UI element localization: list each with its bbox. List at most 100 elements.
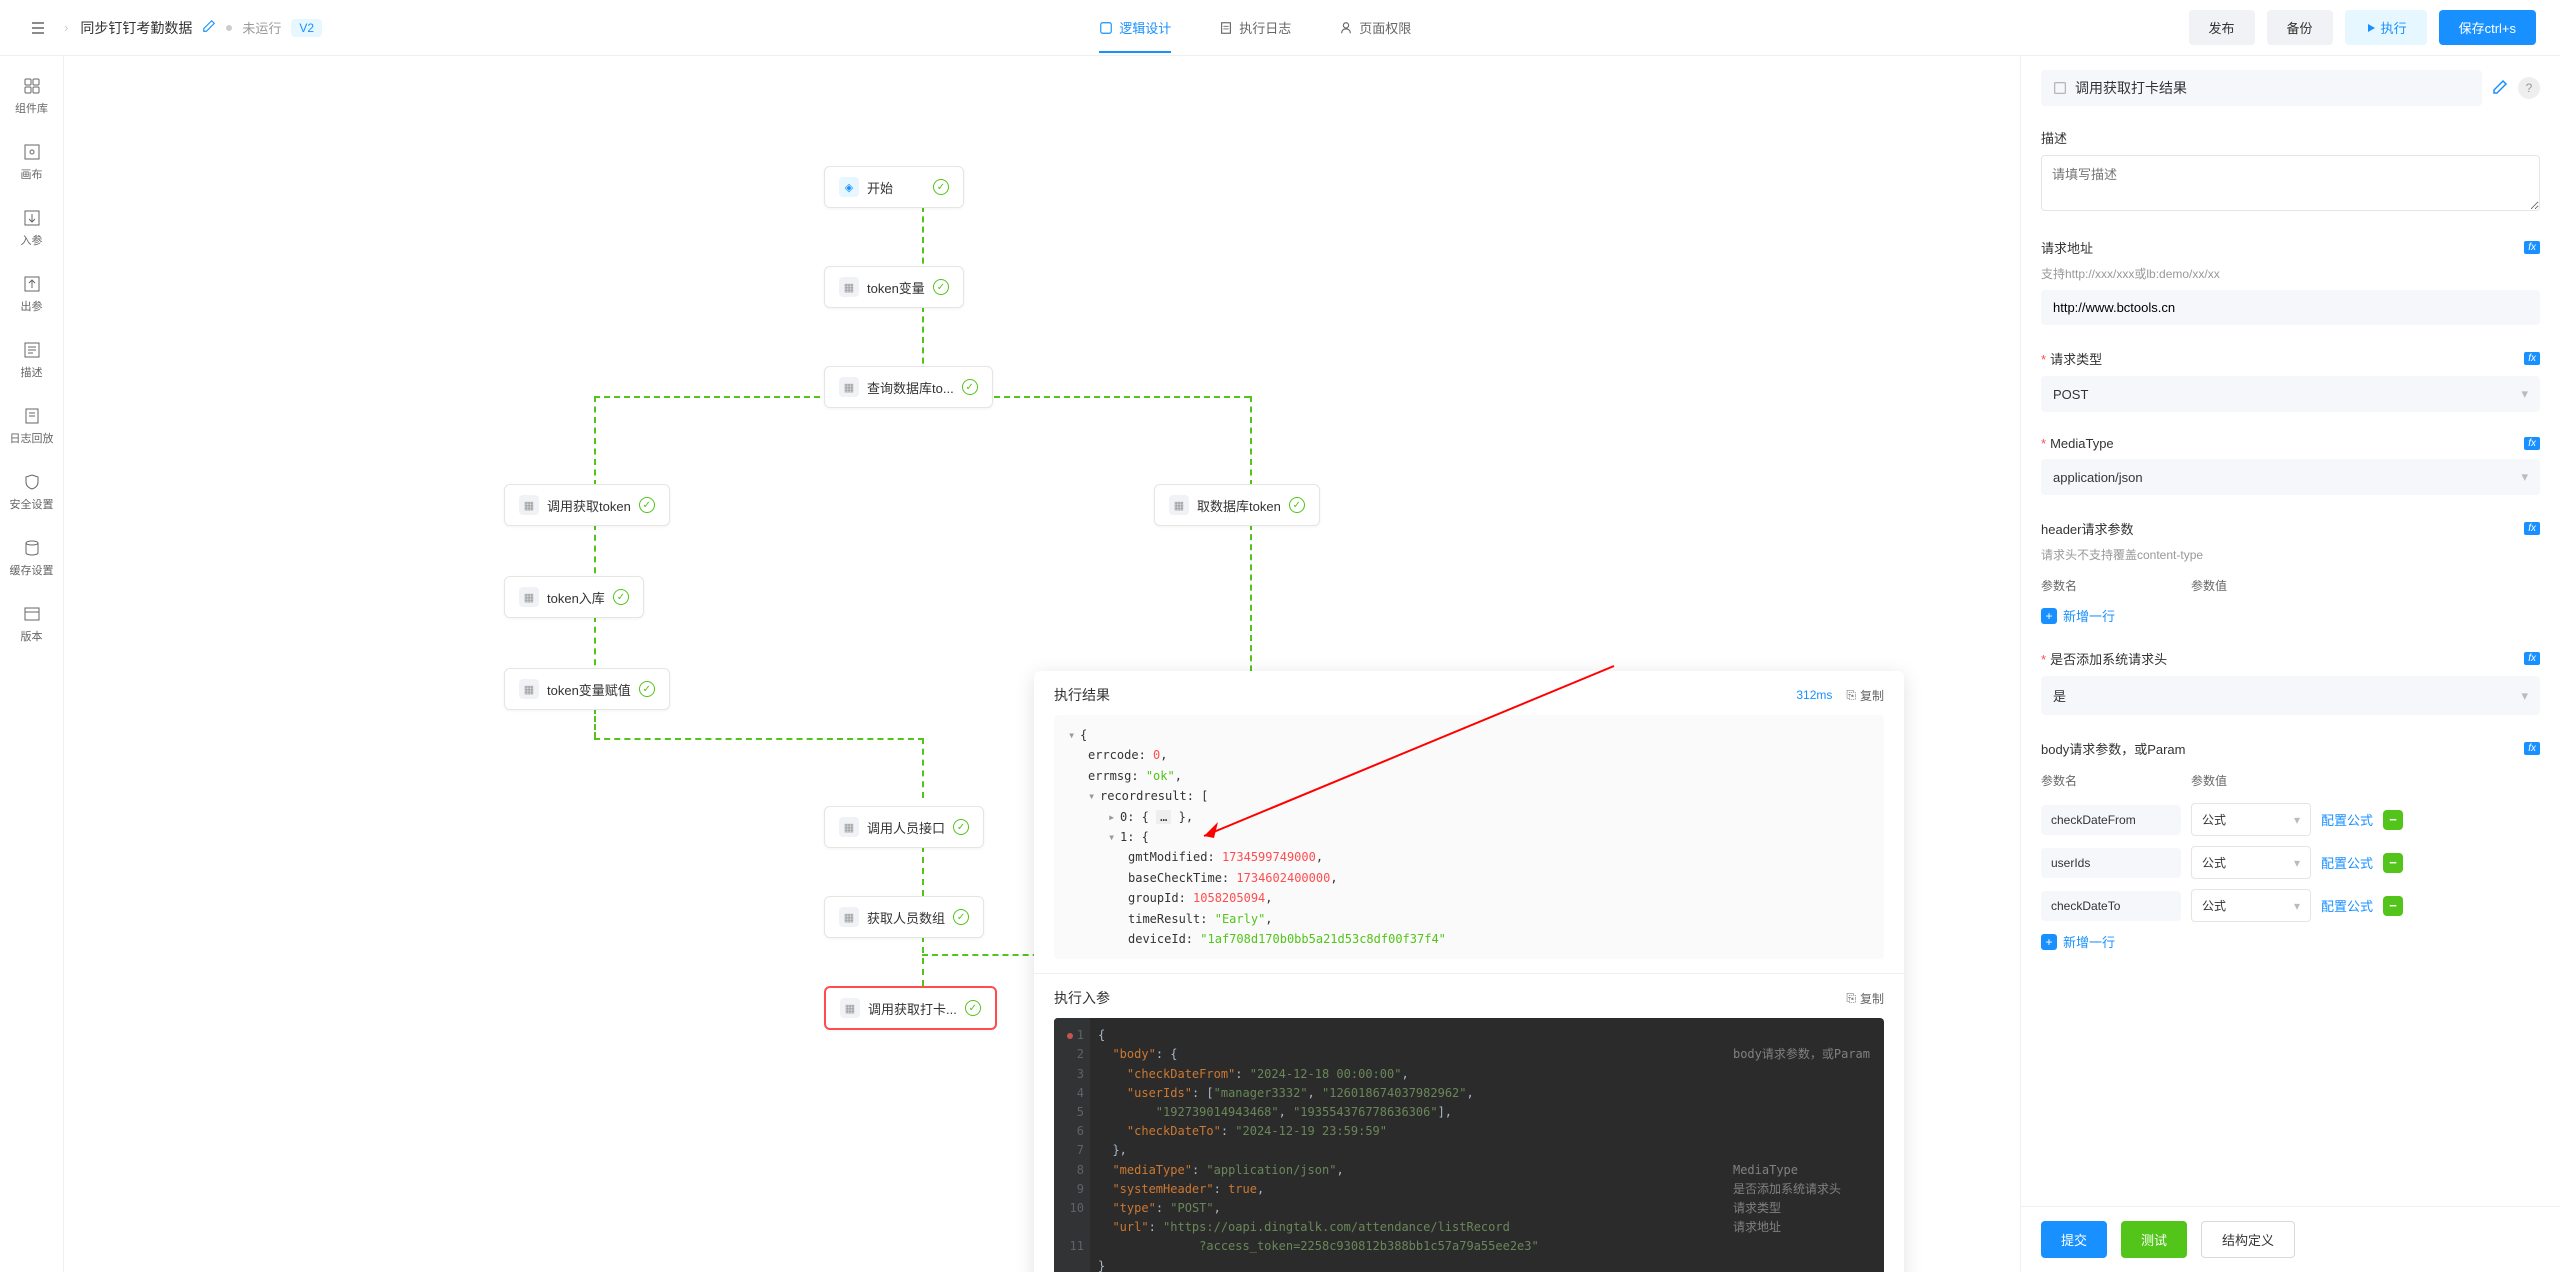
submit-button[interactable]: 提交 bbox=[2041, 1221, 2107, 1258]
node-call-punch[interactable]: ▦调用获取打卡...✓ bbox=[824, 986, 997, 1030]
delete-param-button[interactable]: − bbox=[2383, 853, 2403, 873]
check-icon: ✓ bbox=[639, 681, 655, 697]
left-sidebar: 组件库 画布 入参 出参 描述 日志回放 安全设置 缓存设置 版本 bbox=[0, 56, 64, 1272]
node-icon: ▦ bbox=[519, 679, 539, 699]
param-name[interactable]: userIds bbox=[2041, 848, 2181, 878]
header-left: › 同步钉钉考勤数据 未运行 V2 bbox=[24, 14, 322, 42]
node-db-token[interactable]: ▦取数据库token✓ bbox=[1154, 484, 1320, 526]
mediatype-select[interactable]: application/json▾ bbox=[2041, 459, 2540, 495]
add-body-row[interactable]: +新增一行 bbox=[2041, 932, 2540, 951]
result-panel: 执行结果 312ms ⎘ 复制 ▾{ errcode: 0, errmsg: "… bbox=[1034, 671, 1904, 1272]
edit-title-icon[interactable] bbox=[202, 19, 216, 36]
flow-canvas[interactable]: ◈开始✓ ▦token变量✓ ▦查询数据库to...✓ ▦调用获取token✓ … bbox=[64, 56, 2020, 1272]
fx-badge[interactable]: fx bbox=[2524, 437, 2540, 450]
sidebar-output-params[interactable]: 出参 bbox=[17, 270, 47, 318]
backup-button[interactable]: 备份 bbox=[2267, 10, 2333, 45]
url-input[interactable] bbox=[2041, 290, 2540, 325]
check-icon: ✓ bbox=[1289, 497, 1305, 513]
test-button[interactable]: 测试 bbox=[2121, 1221, 2187, 1258]
delete-param-button[interactable]: − bbox=[2383, 810, 2403, 830]
param-name[interactable]: checkDateTo bbox=[2041, 891, 2181, 921]
sidebar-input-params[interactable]: 入参 bbox=[17, 204, 47, 252]
body-param-row: checkDateFrom 公式▾ 配置公式 − bbox=[2041, 803, 2540, 836]
config-formula-link[interactable]: 配置公式 bbox=[2321, 853, 2373, 872]
help-icon[interactable]: ? bbox=[2518, 77, 2540, 99]
main-content: 组件库 画布 入参 出参 描述 日志回放 安全设置 缓存设置 版本 ◈开始✓ ▦… bbox=[0, 56, 2560, 1272]
exec-time: 312ms bbox=[1796, 688, 1832, 702]
request-type-select[interactable]: POST▾ bbox=[2041, 376, 2540, 412]
save-button[interactable]: 保存ctrl+s bbox=[2439, 10, 2536, 45]
fx-badge[interactable]: fx bbox=[2524, 522, 2540, 535]
menu-icon[interactable] bbox=[24, 14, 52, 42]
edit-node-title-icon[interactable] bbox=[2492, 79, 2508, 98]
sidebar-description[interactable]: 描述 bbox=[17, 336, 47, 384]
sidebar-components[interactable]: 组件库 bbox=[11, 72, 52, 120]
selected-node-title: 调用获取打卡结果 bbox=[2041, 70, 2482, 106]
desc-label: 描述 bbox=[2041, 128, 2067, 147]
struct-def-button[interactable]: 结构定义 bbox=[2201, 1221, 2295, 1258]
delete-param-button[interactable]: − bbox=[2383, 896, 2403, 916]
result-title: 执行结果 bbox=[1054, 685, 1110, 705]
input-code[interactable]: 1234567891011 body请求参数，或ParamMediaType是否… bbox=[1054, 1018, 1884, 1272]
node-token-store[interactable]: ▦token入库✓ bbox=[504, 576, 644, 618]
check-icon: ✓ bbox=[965, 1000, 981, 1016]
check-icon: ✓ bbox=[953, 819, 969, 835]
node-icon: ▦ bbox=[519, 587, 539, 607]
check-icon: ✓ bbox=[933, 279, 949, 295]
description-textarea[interactable] bbox=[2041, 155, 2540, 211]
node-query-db[interactable]: ▦查询数据库to...✓ bbox=[824, 366, 993, 408]
fx-badge[interactable]: fx bbox=[2524, 352, 2540, 365]
result-json-tree[interactable]: ▾{ errcode: 0, errmsg: "ok", ▾recordresu… bbox=[1054, 715, 1884, 959]
node-icon: ▦ bbox=[519, 495, 539, 515]
node-token-var[interactable]: ▦token变量✓ bbox=[824, 266, 964, 308]
node-icon: ▦ bbox=[840, 998, 860, 1018]
body-params-label: body请求参数，或Param bbox=[2041, 739, 2185, 758]
page-title: 同步钉钉考勤数据 bbox=[80, 18, 192, 38]
body-param-row: checkDateTo 公式▾ 配置公式 − bbox=[2041, 889, 2540, 922]
version-badge[interactable]: V2 bbox=[291, 19, 322, 37]
tab-logic[interactable]: 逻辑设计 bbox=[1099, 2, 1171, 53]
fx-badge[interactable]: fx bbox=[2524, 652, 2540, 665]
node-icon: ▦ bbox=[839, 277, 859, 297]
check-icon: ✓ bbox=[953, 909, 969, 925]
publish-button[interactable]: 发布 bbox=[2189, 10, 2255, 45]
node-call-person[interactable]: ▦调用人员接口✓ bbox=[824, 806, 984, 848]
sidebar-security[interactable]: 安全设置 bbox=[6, 468, 58, 516]
node-start[interactable]: ◈开始✓ bbox=[824, 166, 964, 208]
fx-badge[interactable]: fx bbox=[2524, 241, 2540, 254]
param-formula-select[interactable]: 公式▾ bbox=[2191, 889, 2311, 922]
node-icon: ▦ bbox=[839, 817, 859, 837]
copy-input-button[interactable]: ⎘ 复制 bbox=[1846, 990, 1884, 1007]
node-token-assign[interactable]: ▦token变量赋值✓ bbox=[504, 668, 670, 710]
sidebar-canvas[interactable]: 画布 bbox=[17, 138, 47, 186]
header-params-label: header请求参数 bbox=[2041, 519, 2133, 538]
config-formula-link[interactable]: 配置公式 bbox=[2321, 810, 2373, 829]
sysheader-select[interactable]: 是▾ bbox=[2041, 676, 2540, 715]
node-call-token[interactable]: ▦调用获取token✓ bbox=[504, 484, 670, 526]
copy-result-button[interactable]: ⎘ 复制 bbox=[1846, 687, 1884, 704]
config-formula-link[interactable]: 配置公式 bbox=[2321, 896, 2373, 915]
node-icon: ▦ bbox=[839, 907, 859, 927]
header-hint: 请求头不支持覆盖content-type bbox=[2041, 546, 2540, 563]
param-name[interactable]: checkDateFrom bbox=[2041, 805, 2181, 835]
param-formula-select[interactable]: 公式▾ bbox=[2191, 846, 2311, 879]
sidebar-cache[interactable]: 缓存设置 bbox=[6, 534, 58, 582]
execute-button[interactable]: 执行 bbox=[2345, 10, 2427, 45]
check-icon: ✓ bbox=[962, 379, 978, 395]
add-header-row[interactable]: +新增一行 bbox=[2041, 606, 2540, 625]
sidebar-version[interactable]: 版本 bbox=[17, 600, 47, 648]
sidebar-log-replay[interactable]: 日志回放 bbox=[6, 402, 58, 450]
node-get-person-group[interactable]: ▦获取人员数组✓ bbox=[824, 896, 984, 938]
input-title: 执行入参 bbox=[1054, 988, 1110, 1008]
tab-log[interactable]: 执行日志 bbox=[1219, 2, 1291, 53]
breadcrumb-separator: › bbox=[64, 20, 68, 35]
fx-badge[interactable]: fx bbox=[2524, 742, 2540, 755]
properties-footer: 提交 测试 结构定义 bbox=[2021, 1206, 2560, 1272]
check-icon: ✓ bbox=[613, 589, 629, 605]
tab-permission[interactable]: 页面权限 bbox=[1339, 2, 1411, 53]
top-header: › 同步钉钉考勤数据 未运行 V2 逻辑设计 执行日志 页面权限 发布 备份 bbox=[0, 0, 2560, 56]
param-formula-select[interactable]: 公式▾ bbox=[2191, 803, 2311, 836]
url-label: 请求地址 bbox=[2041, 238, 2093, 257]
sysheader-label: 是否添加系统请求头 bbox=[2050, 652, 2167, 667]
body-param-row: userIds 公式▾ 配置公式 − bbox=[2041, 846, 2540, 879]
